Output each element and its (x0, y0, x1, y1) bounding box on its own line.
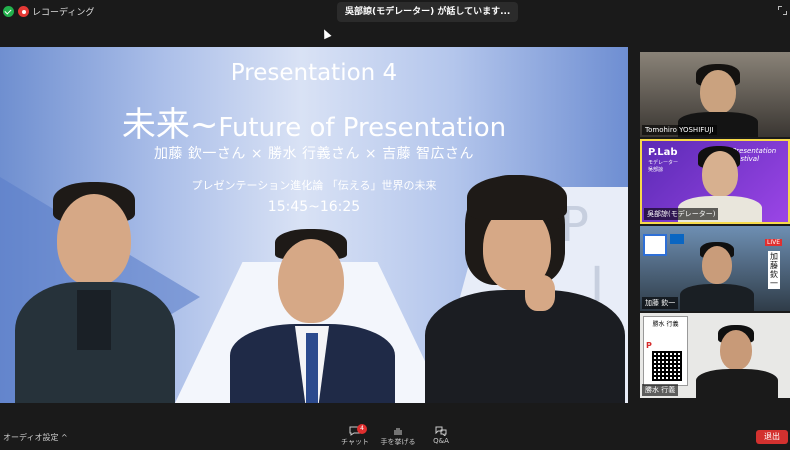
chat-button[interactable]: 4 チャット (335, 424, 375, 447)
raise-hand-button[interactable]: 手を挙げる (378, 426, 418, 447)
audio-settings-button[interactable]: オーディオ設定 ^ (3, 432, 68, 443)
fullscreen-icon[interactable] (778, 6, 787, 15)
event-banner: Presentation Festival (732, 147, 777, 163)
hand-icon (394, 428, 402, 435)
meeting-controls-bar: オーディオ設定 ^ 4 チャット 手を挙げる Q&A (0, 424, 790, 450)
participant-name: 勝水 行義 (642, 384, 679, 396)
qa-icon (435, 426, 447, 436)
mouse-cursor-icon (320, 27, 332, 40)
moderator-caption: モデレーター 吳部諒 (648, 160, 679, 173)
qr-code-small (643, 234, 667, 256)
top-bar: レコーディング 吳部諒(モデレーター) が話しています... (0, 0, 790, 24)
shield-check-icon[interactable] (3, 6, 14, 17)
video-tile-3[interactable]: LIVE 加藤欽一 加藤 欽一 (640, 226, 790, 311)
participant-name: 吳部諒(モデレーター) (644, 208, 719, 220)
card-logo: P (646, 341, 652, 350)
slide-subtitle-en: Future of Presentation (218, 113, 507, 143)
leave-button[interactable]: 退出 (756, 430, 788, 444)
speaker-photo-center (225, 229, 400, 403)
slide-speaker-names: 加藤 欽一さん × 勝水 行義さん × 吉藤 智広さん (153, 146, 475, 162)
vertical-name-sign: 加藤欽一 (768, 251, 780, 289)
video-tile-2-active-speaker[interactable]: P.Lab モデレーター 吳部諒 Presentation Festival 吳… (640, 139, 790, 224)
participant-name: 加藤 欽一 (642, 297, 679, 309)
slide-subtitle-jp: 未来~ (121, 105, 219, 145)
chat-unread-badge: 4 (357, 424, 367, 434)
qr-code (652, 351, 682, 381)
plab-logo: P.Lab (648, 147, 678, 158)
slide-title: Presentation 4 (230, 60, 398, 86)
speaking-indicator: 吳部諒(モデレーター) が話しています... (337, 2, 519, 22)
recording-label: レコーディング (32, 8, 95, 18)
card-name: 勝水 行義 (652, 321, 679, 328)
speaker-photo-right (425, 175, 625, 403)
speaker-photo-left (15, 182, 175, 403)
record-icon (18, 6, 29, 17)
slide-subtitle: 未来~Future of Presentation (0, 97, 628, 146)
linkedin-icon (670, 234, 684, 244)
video-tile-1[interactable]: Tomohiro YOSHIFUJI (640, 52, 790, 137)
business-card: 勝水 行義 P (643, 316, 688, 386)
live-badge: LIVE (765, 239, 783, 246)
participant-name: Tomohiro YOSHIFUJI (642, 125, 717, 135)
qa-button[interactable]: Q&A (421, 426, 461, 445)
shared-screen-slide: P I Presentation 4 未来~Future of Presenta… (0, 47, 628, 403)
video-tile-4[interactable]: 勝水 行義 P 勝水 行義 (640, 313, 790, 398)
